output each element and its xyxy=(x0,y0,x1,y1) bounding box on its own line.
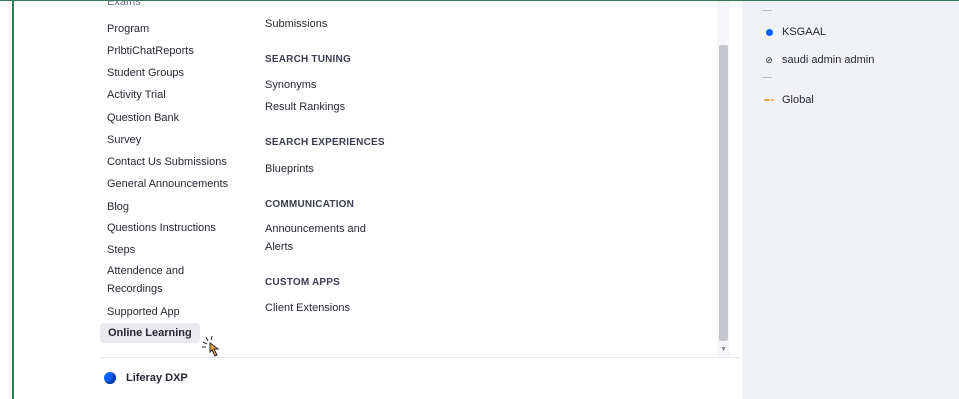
site-label: saudi admin admin xyxy=(782,54,875,66)
site-label: KSGAAL xyxy=(782,26,827,38)
menu-item-online-learning[interactable]: Online Learning xyxy=(100,323,200,343)
menu-item-student-groups[interactable]: Student Groups xyxy=(107,66,184,80)
section-heading-search-tuning: SEARCH TUNING xyxy=(265,54,351,65)
list-separator xyxy=(762,77,772,78)
global-icon xyxy=(762,98,776,102)
list-separator xyxy=(762,10,772,11)
menu-item-contact-us-submissions[interactable]: Contact Us Submissions xyxy=(107,155,227,169)
section-heading-custom-apps: CUSTOM APPS xyxy=(265,277,340,288)
menu-item-questions-instructions[interactable]: Questions Instructions xyxy=(107,221,216,235)
menu-item-activity-trial[interactable]: Activity Trial xyxy=(107,88,166,102)
scroll-down-arrow-icon[interactable]: ▼ xyxy=(720,346,727,353)
site-dot-icon xyxy=(762,28,776,36)
footer-divider xyxy=(100,357,740,358)
menu-item-survey[interactable]: Survey xyxy=(107,133,141,147)
menu-item-announcements-and-alerts[interactable]: Announcements and Alerts xyxy=(265,220,385,256)
liferay-logo-icon xyxy=(104,372,116,384)
site-item-global[interactable]: Global xyxy=(762,94,814,106)
applications-menu-panel: Exams Program PrlbtiChatReports Student … xyxy=(14,0,742,399)
menu-item-attendence-and-recordings[interactable]: Attendence and Recordings xyxy=(107,262,227,298)
menu-item-prlbtichatreports[interactable]: PrlbtiChatReports xyxy=(107,44,194,58)
section-heading-communication: COMMUNICATION xyxy=(265,199,355,210)
menu-item-blueprints[interactable]: Blueprints xyxy=(265,162,314,176)
menu-item-client-extensions[interactable]: Client Extensions xyxy=(265,301,350,315)
menu-item-supported-app[interactable]: Supported App xyxy=(107,305,180,319)
section-heading-search-experiences: SEARCH EXPERIENCES xyxy=(265,137,385,148)
brand-label: Liferay DXP xyxy=(126,372,188,384)
menu-item-synonyms[interactable]: Synonyms xyxy=(265,78,316,92)
menu-item-submissions[interactable]: Submissions xyxy=(265,17,327,31)
menu-item-exams[interactable]: Exams xyxy=(107,0,141,9)
scrollbar-thumb[interactable] xyxy=(719,45,728,341)
hand-pointer-cursor-icon xyxy=(202,335,220,357)
menu-item-general-announcements[interactable]: General Announcements xyxy=(107,177,228,191)
site-label: Global xyxy=(782,94,814,106)
site-item-saudi-admin[interactable]: ⊘ saudi admin admin xyxy=(762,54,874,66)
menu-item-blog[interactable]: Blog xyxy=(107,200,129,214)
menu-item-steps[interactable]: Steps xyxy=(107,243,135,257)
menu-item-program[interactable]: Program xyxy=(107,22,149,36)
menu-item-question-bank[interactable]: Question Bank xyxy=(107,111,179,125)
menu-scrollbar[interactable]: ▼ xyxy=(717,1,730,358)
globe-icon: ⊘ xyxy=(765,54,773,65)
footer-brand[interactable]: Liferay DXP xyxy=(104,372,188,384)
sites-pane: KSGAAL ⊘ saudi admin admin Global xyxy=(742,1,959,399)
menu-item-result-rankings[interactable]: Result Rankings xyxy=(265,100,345,114)
site-item-ksgaal[interactable]: KSGAAL xyxy=(762,26,826,38)
